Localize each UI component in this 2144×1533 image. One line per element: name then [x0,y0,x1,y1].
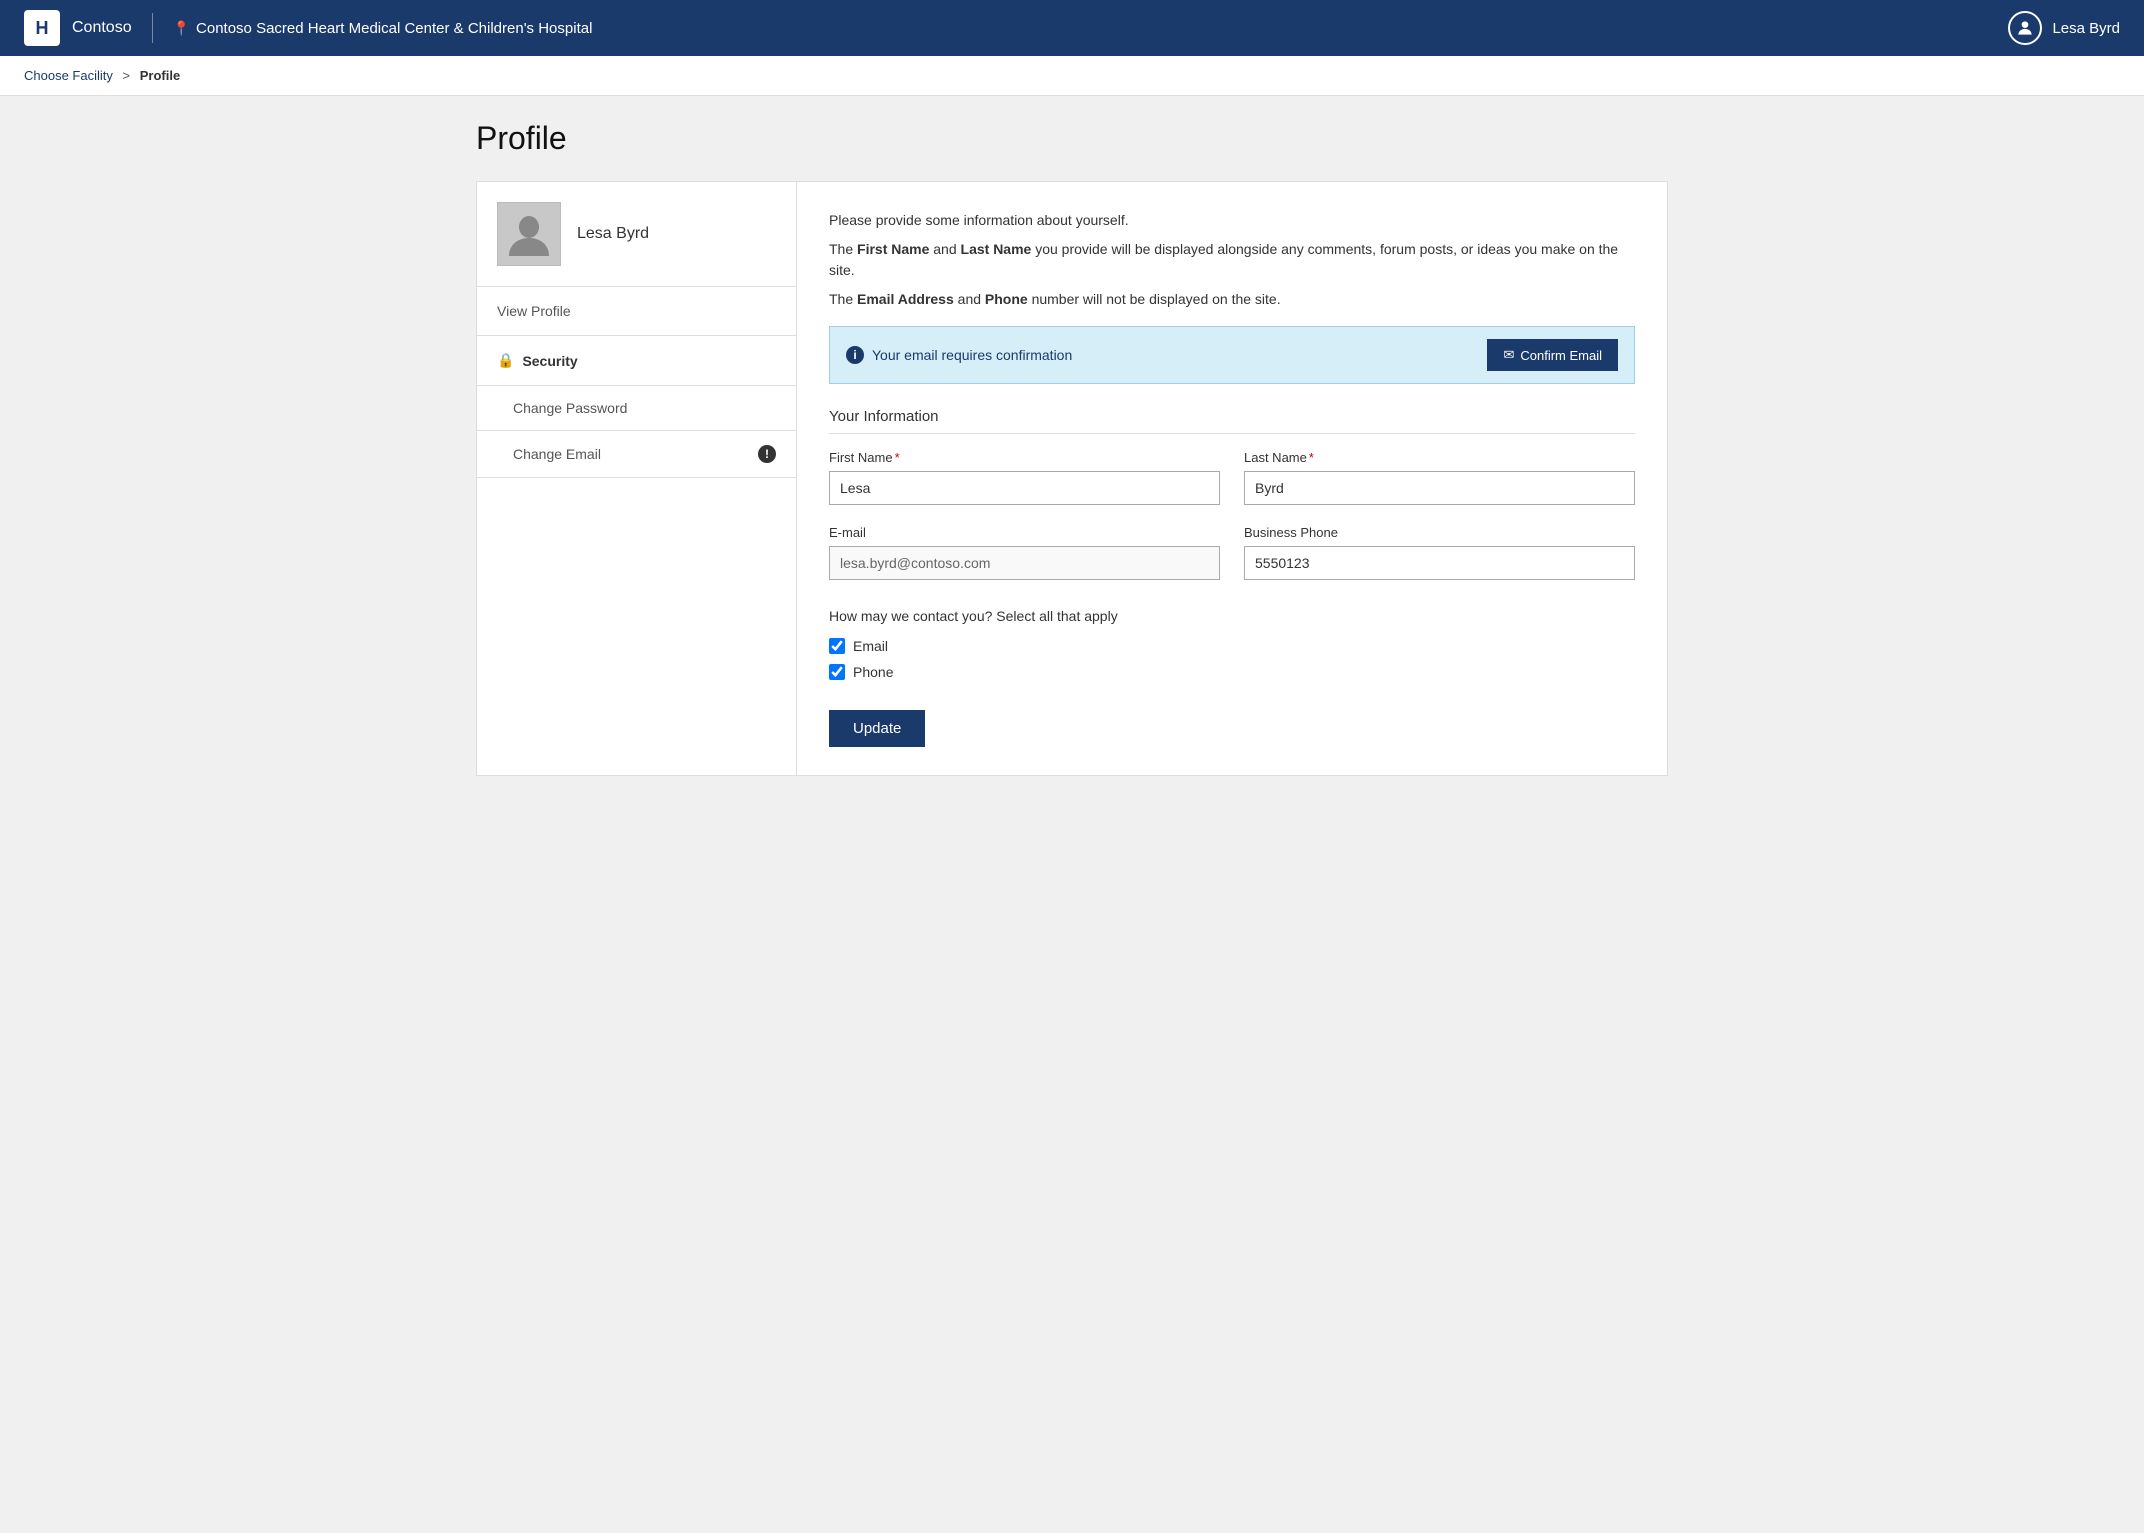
phone-bold: Phone [985,291,1028,307]
alert-message: Your email requires confirmation [872,347,1072,363]
first-name-input[interactable] [829,471,1220,505]
main-container: Profile Lesa Byrd View Profile 🔒 Securit… [452,96,1692,800]
location-icon: 📍 [173,20,190,37]
last-name-bold: Last Name [961,241,1032,257]
change-email-label: Change Email [513,446,601,462]
breadcrumb-separator: > [123,68,131,83]
user-name-header: Lesa Byrd [2052,20,2120,37]
last-name-group: Last Name* [1244,450,1635,505]
sidebar-item-view-profile[interactable]: View Profile [477,287,796,336]
view-profile-label: View Profile [497,303,571,319]
contact-question: How may we contact you? Select all that … [829,608,1635,624]
first-name-required: * [895,450,900,465]
first-name-label: First Name* [829,450,1220,465]
email-confirmation-alert: i Your email requires confirmation ✉ Con… [829,326,1635,384]
app-logo: H [24,10,60,46]
sidebar-profile-box: Lesa Byrd [477,182,796,287]
confirm-email-label: Confirm Email [1520,348,1602,363]
sidebar-item-change-email[interactable]: Change Email ! [477,431,796,478]
page-title: Profile [476,120,1668,157]
breadcrumb-current: Profile [140,68,180,83]
phone-checkbox-label: Phone [853,664,893,680]
email-checkbox-label: Email [853,638,888,654]
sidebar-security-header: 🔒 Security [477,336,796,386]
main-content: Please provide some information about yo… [797,182,1667,775]
phone-checkbox-row: Phone [829,664,1635,680]
email-input[interactable] [829,546,1220,580]
warning-icon: ! [758,445,776,463]
phone-label: Business Phone [1244,525,1635,540]
name-row: First Name* Last Name* [829,450,1635,505]
intro-line1: Please provide some information about yo… [829,210,1635,231]
user-avatar [2008,11,2042,45]
update-button[interactable]: Update [829,710,925,747]
your-information-title: Your Information [829,408,1635,434]
update-button-label: Update [853,720,901,737]
contact-preferences-section: How may we contact you? Select all that … [829,608,1635,747]
email-checkbox-row: Email [829,638,1635,654]
contact-row: E-mail Business Phone [829,525,1635,580]
breadcrumb-parent[interactable]: Choose Facility [24,68,113,83]
sidebar-user-name: Lesa Byrd [577,225,649,243]
phone-group: Business Phone [1244,525,1635,580]
facility-name: 📍 Contoso Sacred Heart Medical Center & … [173,20,593,37]
breadcrumb: Choose Facility > Profile [0,56,2144,96]
intro-line2: The First Name and Last Name you provide… [829,239,1635,281]
confirm-email-button[interactable]: ✉ Confirm Email [1487,339,1618,371]
sidebar-item-change-password[interactable]: Change Password [477,386,796,431]
email-address-bold: Email Address [857,291,954,307]
last-name-required: * [1309,450,1314,465]
phone-checkbox[interactable] [829,664,845,680]
header-left: H Contoso 📍 Contoso Sacred Heart Medical… [24,10,592,46]
first-name-bold: First Name [857,241,929,257]
info-icon: i [846,346,864,364]
email-checkbox[interactable] [829,638,845,654]
phone-input[interactable] [1244,546,1635,580]
last-name-input[interactable] [1244,471,1635,505]
last-name-label: Last Name* [1244,450,1635,465]
intro-line3: The Email Address and Phone number will … [829,289,1635,310]
sidebar: Lesa Byrd View Profile 🔒 Security Change… [477,182,797,775]
lock-icon: 🔒 [497,352,514,369]
security-label: Security [522,353,577,369]
first-name-group: First Name* [829,450,1220,505]
app-name: Contoso [72,19,132,37]
avatar [497,202,561,266]
change-password-label: Change Password [513,400,627,416]
email-icon: ✉ [1503,347,1514,363]
content-layout: Lesa Byrd View Profile 🔒 Security Change… [476,181,1668,776]
header-right: Lesa Byrd [2008,11,2120,45]
header-divider [152,13,153,43]
header: H Contoso 📍 Contoso Sacred Heart Medical… [0,0,2144,56]
alert-left: i Your email requires confirmation [846,346,1072,364]
email-label: E-mail [829,525,1220,540]
email-group: E-mail [829,525,1220,580]
